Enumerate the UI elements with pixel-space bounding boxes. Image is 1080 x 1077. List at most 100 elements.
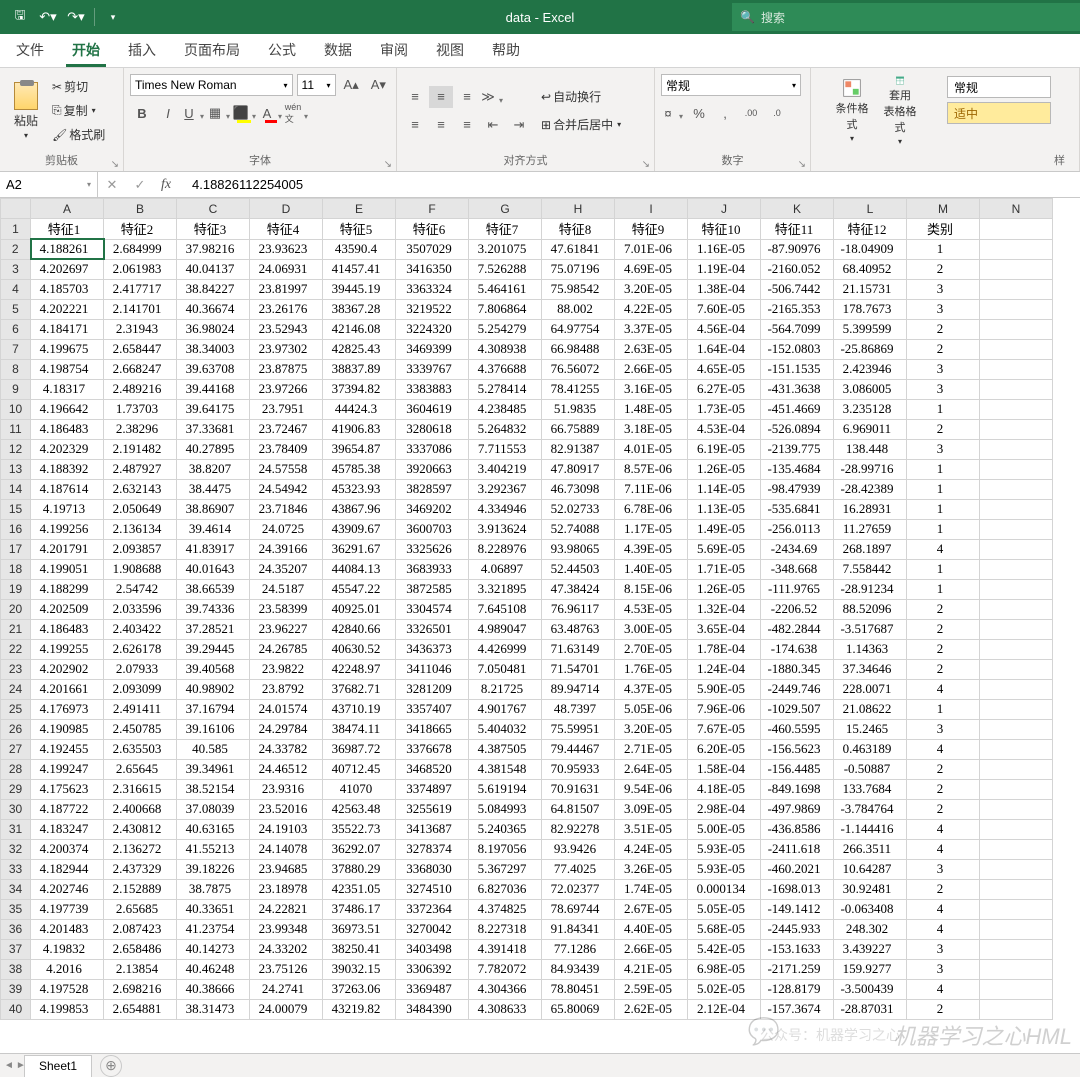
cell[interactable]: 3 <box>907 379 980 399</box>
cell[interactable]: 4 <box>907 979 980 999</box>
cell-style-neutral[interactable]: 适中 <box>947 102 1051 124</box>
phonetic-button[interactable]: wén文 <box>286 102 310 124</box>
cell[interactable]: -2139.775 <box>761 439 834 459</box>
cell[interactable]: 3 <box>907 299 980 319</box>
cell[interactable]: 45323.93 <box>323 479 396 499</box>
cell[interactable]: 24.57558 <box>250 459 323 479</box>
cell[interactable]: 7.60E-05 <box>688 299 761 319</box>
cell[interactable]: 38.86907 <box>177 499 250 519</box>
col-header[interactable]: K <box>761 199 834 219</box>
cell[interactable]: 2.632143 <box>104 479 177 499</box>
cell[interactable]: 2.71E-05 <box>615 739 688 759</box>
cell[interactable]: -153.1633 <box>761 939 834 959</box>
cell[interactable]: 5.278414 <box>469 379 542 399</box>
align-center-icon[interactable]: ≡ <box>429 114 453 136</box>
cell[interactable]: 38.7875 <box>177 879 250 899</box>
cell[interactable]: 43219.82 <box>323 999 396 1019</box>
cell[interactable]: -0.50887 <box>834 759 907 779</box>
cell[interactable]: 23.99348 <box>250 919 323 939</box>
cell[interactable] <box>980 619 1053 639</box>
cell[interactable]: 3.439227 <box>834 939 907 959</box>
italic-button[interactable]: I <box>156 102 180 124</box>
cell[interactable]: 2 <box>907 619 980 639</box>
cell[interactable]: 3872585 <box>396 579 469 599</box>
cell[interactable]: 4.182944 <box>31 859 104 879</box>
cell[interactable]: 2.668247 <box>104 359 177 379</box>
cell[interactable]: 65.80069 <box>542 999 615 1019</box>
cell[interactable]: 1.40E-05 <box>615 559 688 579</box>
undo-icon[interactable]: ↶▾ <box>36 5 60 29</box>
cell[interactable]: 42146.08 <box>323 319 396 339</box>
cell[interactable]: 1.16E-05 <box>688 239 761 259</box>
cell[interactable]: 72.02377 <box>542 879 615 899</box>
cell[interactable]: 8.197056 <box>469 839 542 859</box>
cell[interactable]: 38.52154 <box>177 779 250 799</box>
cell[interactable]: 88.52096 <box>834 599 907 619</box>
cell[interactable]: 5.254279 <box>469 319 542 339</box>
cell[interactable]: 3468520 <box>396 759 469 779</box>
cell[interactable]: 41457.41 <box>323 259 396 279</box>
cell[interactable]: 7.050481 <box>469 659 542 679</box>
cell[interactable]: -460.5595 <box>761 719 834 739</box>
cell[interactable]: 23.72467 <box>250 419 323 439</box>
cell[interactable]: 4.06897 <box>469 559 542 579</box>
cell[interactable] <box>980 979 1053 999</box>
cell[interactable]: 37.98216 <box>177 239 250 259</box>
cell[interactable]: 23.94685 <box>250 859 323 879</box>
enter-icon[interactable]: ✓ <box>126 177 154 193</box>
increase-indent-icon[interactable]: ⇥ <box>507 114 531 136</box>
cell[interactable]: 23.18978 <box>250 879 323 899</box>
cell[interactable] <box>980 519 1053 539</box>
cell[interactable]: 24.00079 <box>250 999 323 1019</box>
cell[interactable]: 4.202697 <box>31 259 104 279</box>
cell[interactable]: 64.97754 <box>542 319 615 339</box>
cell[interactable] <box>980 559 1053 579</box>
cell[interactable]: 1.73E-05 <box>688 399 761 419</box>
cell[interactable] <box>980 699 1053 719</box>
cell[interactable]: 24.33782 <box>250 739 323 759</box>
cell[interactable]: 2.65645 <box>104 759 177 779</box>
cell[interactable]: 78.69744 <box>542 899 615 919</box>
cell[interactable] <box>980 879 1053 899</box>
customize-qat-icon[interactable]: ▾ <box>101 5 125 29</box>
cell[interactable]: 4.199255 <box>31 639 104 659</box>
cell[interactable]: -497.9869 <box>761 799 834 819</box>
col-header[interactable]: J <box>688 199 761 219</box>
cell[interactable]: 84.93439 <box>542 959 615 979</box>
cell[interactable]: 4.186483 <box>31 619 104 639</box>
cell[interactable]: 3369487 <box>396 979 469 999</box>
cell[interactable]: 7.558442 <box>834 559 907 579</box>
cell[interactable]: 23.52016 <box>250 799 323 819</box>
cell[interactable] <box>980 959 1053 979</box>
cell[interactable]: 77.4025 <box>542 859 615 879</box>
cell[interactable]: 1.24E-04 <box>688 659 761 679</box>
row-header[interactable]: 14 <box>1 479 31 499</box>
cell[interactable]: 5.05E-06 <box>615 699 688 719</box>
row-header[interactable]: 20 <box>1 599 31 619</box>
cell[interactable]: 1.76E-05 <box>615 659 688 679</box>
cell[interactable]: 4.202902 <box>31 659 104 679</box>
cell[interactable]: 24.46512 <box>250 759 323 779</box>
cell[interactable]: 2 <box>907 799 980 819</box>
cell[interactable]: 68.40952 <box>834 259 907 279</box>
header-cell[interactable]: 特征9 <box>615 219 688 240</box>
cell[interactable]: 1.32E-04 <box>688 599 761 619</box>
cell[interactable]: 36292.07 <box>323 839 396 859</box>
cell[interactable]: 0.000134 <box>688 879 761 899</box>
cell[interactable]: 2.093857 <box>104 539 177 559</box>
cell[interactable]: 8.228976 <box>469 539 542 559</box>
cell[interactable]: 4.18317 <box>31 379 104 399</box>
row-header[interactable]: 15 <box>1 499 31 519</box>
tab-review[interactable]: 审阅 <box>366 33 422 67</box>
cell[interactable]: 39.29445 <box>177 639 250 659</box>
cell[interactable]: 248.302 <box>834 919 907 939</box>
cell[interactable]: -849.1698 <box>761 779 834 799</box>
cell[interactable]: 159.9277 <box>834 959 907 979</box>
cell[interactable]: 3374897 <box>396 779 469 799</box>
cell[interactable]: 1.48E-05 <box>615 399 688 419</box>
cell[interactable]: 3.26E-05 <box>615 859 688 879</box>
cell[interactable]: -3.500439 <box>834 979 907 999</box>
cell[interactable]: 4.01E-05 <box>615 439 688 459</box>
cell[interactable] <box>980 719 1053 739</box>
cell[interactable]: 51.9835 <box>542 399 615 419</box>
